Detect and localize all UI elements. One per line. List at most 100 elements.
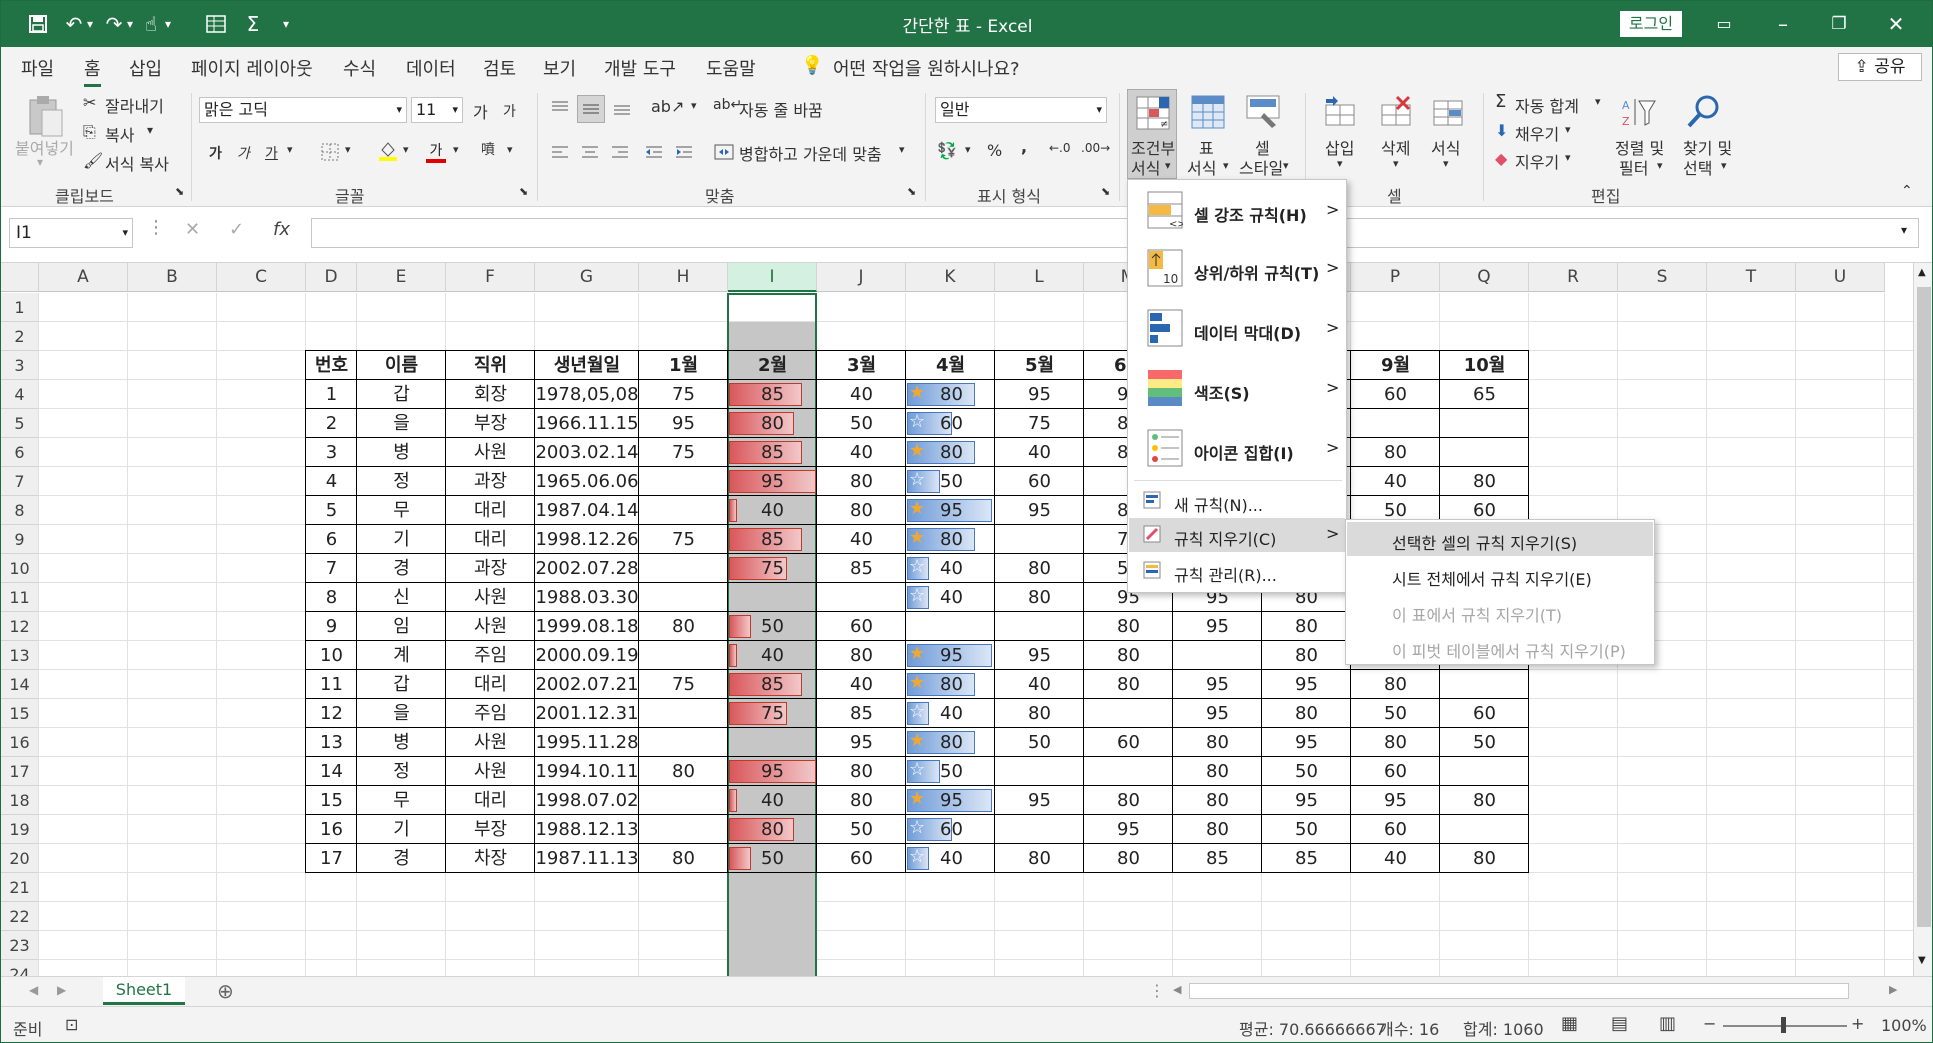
table-cell[interactable]: 80 (1440, 786, 1529, 815)
cond-format-dropdown-icon[interactable]: ▾ (1165, 159, 1171, 172)
new-sheet-icon[interactable]: ⊕ (217, 979, 234, 1003)
table-cell[interactable]: 40 (817, 380, 906, 409)
tab-developer[interactable]: 개발 도구 (604, 55, 676, 81)
table-cell[interactable]: 사원 (446, 757, 535, 786)
table-cell[interactable]: 1995.11.28 (535, 728, 639, 757)
increase-decimal-icon[interactable]: ←.0 (1049, 141, 1071, 155)
cell-styles-icon[interactable] (1243, 93, 1283, 131)
enter-icon[interactable]: ✓ (229, 219, 244, 240)
table-cell[interactable]: 95 (1173, 670, 1262, 699)
column-header[interactable]: P (1351, 263, 1440, 292)
font-color-icon[interactable]: 가 (425, 139, 447, 163)
scroll-left-icon[interactable]: ◀ (1173, 983, 1181, 996)
table-cell[interactable]: 1998.07.02 (535, 786, 639, 815)
autosum-button[interactable]: 자동 합계 (1515, 93, 1579, 117)
table-cell[interactable]: 대리 (446, 525, 535, 554)
delete-cells-dropdown-icon[interactable]: ▾ (1393, 157, 1399, 170)
table-cell[interactable]: 10 (306, 641, 357, 670)
table-cell[interactable] (639, 815, 728, 844)
table-cell[interactable]: 60 (1084, 728, 1173, 757)
expand-formula-bar-icon[interactable]: ▾ (1901, 223, 1907, 237)
table-cell[interactable]: 대리 (446, 670, 535, 699)
table-cell[interactable] (1440, 757, 1529, 786)
table-cell[interactable]: 50 (1262, 815, 1351, 844)
table-cell[interactable] (1173, 641, 1262, 670)
grow-font-button[interactable]: 가 (473, 99, 488, 123)
row-header[interactable]: 13 (1, 641, 39, 670)
table-cell[interactable]: 40 (995, 670, 1084, 699)
column-header[interactable]: A (39, 263, 128, 292)
table-cell[interactable]: 2001.12.31 (535, 699, 639, 728)
orientation-dropdown-icon[interactable]: ▾ (691, 99, 697, 112)
underline-button[interactable]: 가 (265, 143, 278, 163)
font-size-box[interactable]: 11 ▾ (411, 97, 463, 123)
align-center-icon[interactable] (577, 139, 603, 165)
borders-dropdown-icon[interactable]: ▾ (345, 143, 351, 156)
table-cell[interactable]: 95 (817, 728, 906, 757)
table-cell[interactable]: 50 (1262, 757, 1351, 786)
table-cell[interactable]: 75 (639, 438, 728, 467)
table-cell[interactable]: 95 (728, 467, 817, 496)
font-color-dropdown-icon[interactable]: ▾ (453, 143, 459, 156)
menu-item-manage-rules[interactable]: 규칙 관리(R)... (1174, 562, 1277, 586)
table-cell[interactable]: 80 (1173, 757, 1262, 786)
table-cell[interactable]: 1999.08.18 (535, 612, 639, 641)
row-header[interactable]: 20 (1, 844, 39, 873)
table-cell[interactable] (1440, 815, 1529, 844)
table-cell[interactable]: 75 (639, 525, 728, 554)
table-cell[interactable]: 차장 (446, 844, 535, 873)
table-cell[interactable]: 14 (306, 757, 357, 786)
cancel-icon[interactable]: ✕ (185, 219, 200, 240)
table-cell[interactable]: 95 (906, 641, 995, 670)
table-cell[interactable] (639, 496, 728, 525)
table-cell[interactable]: 85 (728, 438, 817, 467)
table-header-cell[interactable]: 1월 (639, 351, 728, 380)
row-header[interactable]: 17 (1, 757, 39, 786)
table-cell[interactable] (1084, 699, 1173, 728)
vertical-scrollbar[interactable]: ▲ ▼ (1913, 263, 1932, 976)
table-cell[interactable] (1351, 409, 1440, 438)
column-header[interactable]: E (357, 263, 446, 292)
scroll-down-icon[interactable]: ▼ (1918, 955, 1926, 966)
table-cell[interactable]: 80 (995, 699, 1084, 728)
table-cell[interactable] (639, 554, 728, 583)
table-cell[interactable]: 13 (306, 728, 357, 757)
insert-cells-icon[interactable] (1321, 93, 1359, 131)
table-cell[interactable]: 기 (357, 815, 446, 844)
next-sheet-icon[interactable]: ▶ (57, 983, 66, 997)
table-cell[interactable]: 을 (357, 699, 446, 728)
accounting-format-icon[interactable]: 💱 (937, 141, 957, 160)
table-cell[interactable]: 85 (728, 670, 817, 699)
fill-button[interactable]: 채우기 (1515, 121, 1559, 145)
table-cell[interactable]: 80 (1440, 844, 1529, 873)
table-cell[interactable]: 80 (1351, 438, 1440, 467)
table-cell[interactable]: 95 (1262, 786, 1351, 815)
tab-insert[interactable]: 삽입 (129, 55, 162, 81)
table-cell[interactable]: 60 (906, 409, 995, 438)
table-cell[interactable]: 12 (306, 699, 357, 728)
column-header[interactable]: S (1618, 263, 1707, 292)
alignment-launcher-icon[interactable]: ⬊ (907, 185, 916, 198)
table-cell[interactable]: 계 (357, 641, 446, 670)
format-cells-icon[interactable] (1429, 93, 1467, 131)
table-cell[interactable]: 5 (306, 496, 357, 525)
table-cell[interactable]: 1987.04.14 (535, 496, 639, 525)
table-cell[interactable]: 80 (906, 525, 995, 554)
orientation-icon[interactable]: ab↗ (651, 97, 684, 116)
table-cell[interactable]: 80 (639, 757, 728, 786)
tab-review[interactable]: 검토 (483, 55, 516, 81)
table-cell[interactable]: 부장 (446, 409, 535, 438)
table-cell[interactable]: 대리 (446, 496, 535, 525)
table-cell[interactable]: 75 (995, 409, 1084, 438)
column-header[interactable]: C (217, 263, 306, 292)
column-header[interactable]: I (728, 263, 817, 292)
clear-button[interactable]: 지우기 (1515, 149, 1559, 173)
table-cell[interactable]: 사원 (446, 612, 535, 641)
login-button[interactable]: 로그인 (1620, 11, 1682, 37)
vertical-scroll-thumb[interactable] (1917, 287, 1931, 927)
find-select-dropdown-icon[interactable]: ▾ (1721, 159, 1727, 172)
table-cell[interactable] (639, 699, 728, 728)
table-cell[interactable] (639, 467, 728, 496)
table-cell[interactable] (995, 612, 1084, 641)
table-cell[interactable] (639, 583, 728, 612)
